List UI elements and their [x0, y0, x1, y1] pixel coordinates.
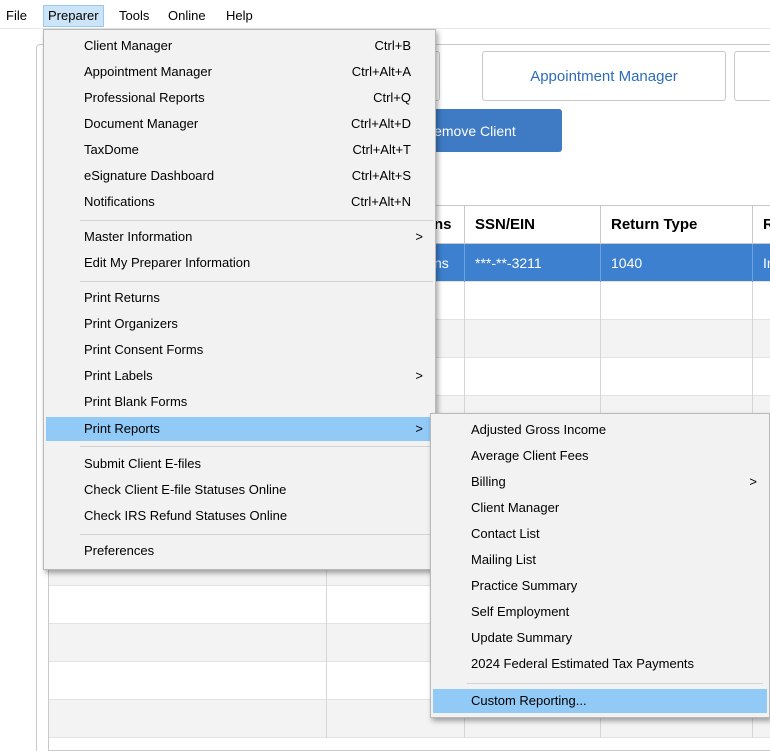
cell-return-type: 1040 — [600, 244, 752, 282]
menu-tools[interactable]: Tools — [115, 6, 153, 26]
menu-online[interactable]: Online — [164, 6, 210, 26]
menu-item-print-blank-forms[interactable]: Print Blank Forms — [46, 390, 433, 414]
menu-item-print-organizers[interactable]: Print Organizers — [46, 312, 433, 336]
preparer-menu: Client Manager Ctrl+B Appointment Manager… — [43, 29, 436, 570]
menu-item-print-consent-forms[interactable]: Print Consent Forms — [46, 338, 433, 362]
print-reports-submenu: Adjusted Gross Income Average Client Fee… — [430, 413, 770, 718]
chevron-right-icon: > — [415, 421, 423, 436]
submenu-item-update-summary[interactable]: Update Summary — [433, 626, 767, 650]
chevron-right-icon: > — [415, 368, 423, 383]
submenu-item-mailing-list[interactable]: Mailing List — [433, 548, 767, 572]
cell-next: In — [752, 244, 770, 282]
header-next[interactable]: R — [752, 206, 770, 244]
tab-appointment-manager[interactable]: Appointment Manager — [482, 51, 726, 101]
submenu-item-practice-summary[interactable]: Practice Summary — [433, 574, 767, 598]
chevron-right-icon: > — [749, 474, 757, 489]
submenu-item-self-employment[interactable]: Self Employment — [433, 600, 767, 624]
submenu-item-custom-reporting[interactable]: Custom Reporting... — [433, 689, 767, 713]
menu-item-preferences[interactable]: Preferences — [46, 539, 433, 563]
menu-item-notifications[interactable]: Notifications Ctrl+Alt+N — [46, 190, 433, 214]
submenu-item-average-client-fees[interactable]: Average Client Fees — [433, 444, 767, 468]
menu-item-professional-reports[interactable]: Professional Reports Ctrl+Q — [46, 86, 433, 110]
submenu-item-contact-list[interactable]: Contact List — [433, 522, 767, 546]
menu-item-check-refund-statuses[interactable]: Check IRS Refund Statuses Online — [46, 504, 433, 528]
menu-item-master-information[interactable]: Master Information > — [46, 225, 433, 249]
menu-item-print-reports[interactable]: Print Reports > — [46, 417, 433, 441]
menu-separator — [80, 220, 433, 221]
menu-separator — [80, 281, 433, 282]
menu-item-taxdome[interactable]: TaxDome Ctrl+Alt+T — [46, 138, 433, 162]
menu-item-submit-client-efiles[interactable]: Submit Client E-files — [46, 452, 433, 476]
chevron-right-icon: > — [415, 229, 423, 244]
menu-item-appointment-manager[interactable]: Appointment Manager Ctrl+Alt+A — [46, 60, 433, 84]
menu-item-check-efile-statuses[interactable]: Check Client E-file Statuses Online — [46, 478, 433, 502]
menu-separator — [80, 446, 433, 447]
menu-separator — [467, 683, 763, 684]
menu-item-document-manager[interactable]: Document Manager Ctrl+Alt+D — [46, 112, 433, 136]
tab-next[interactable] — [734, 51, 770, 101]
submenu-item-billing[interactable]: Billing > — [433, 470, 767, 494]
menu-item-esignature-dashboard[interactable]: eSignature Dashboard Ctrl+Alt+S — [46, 164, 433, 188]
menu-separator — [80, 534, 433, 535]
header-ssn[interactable]: SSN/EIN — [464, 206, 600, 244]
menu-file[interactable]: File — [2, 6, 31, 26]
menu-help[interactable]: Help — [222, 6, 257, 26]
menu-item-print-labels[interactable]: Print Labels > — [46, 364, 433, 388]
menubar: File Preparer Tools Online Help — [0, 0, 770, 29]
menu-item-edit-preparer-info[interactable]: Edit My Preparer Information — [46, 251, 433, 275]
submenu-item-adjusted-gross-income[interactable]: Adjusted Gross Income — [433, 418, 767, 442]
header-return-type[interactable]: Return Type — [600, 206, 752, 244]
menu-preparer[interactable]: Preparer — [43, 5, 104, 27]
submenu-item-federal-estimated-tax-payments[interactable]: 2024 Federal Estimated Tax Payments — [433, 652, 767, 676]
menu-item-print-returns[interactable]: Print Returns — [46, 286, 433, 310]
cell-ssn: ***-**-3211 — [464, 244, 600, 282]
submenu-item-client-manager[interactable]: Client Manager — [433, 496, 767, 520]
menu-item-client-manager[interactable]: Client Manager Ctrl+B — [46, 34, 433, 58]
